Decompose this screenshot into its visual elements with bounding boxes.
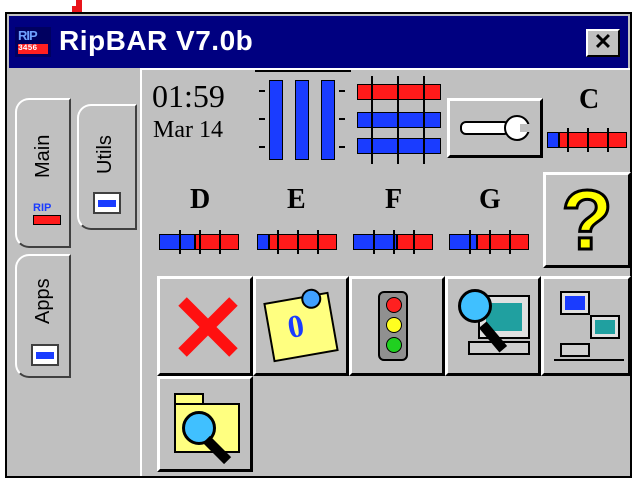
folder-search-icon xyxy=(168,389,246,465)
red-marker-notch xyxy=(72,0,76,6)
window-title: RipBAR V7.0b xyxy=(59,25,254,56)
find-files-button[interactable] xyxy=(157,376,253,472)
clock-time: 01:59 xyxy=(152,78,225,114)
resource-meter xyxy=(357,76,443,166)
tab-apps-label: Apps xyxy=(32,278,54,324)
title-bar[interactable]: RIP 3456 RipBAR V7.0b ✕ xyxy=(9,16,628,68)
drive-e-label: E xyxy=(287,184,306,215)
folder-icon xyxy=(31,344,59,366)
tab-apps[interactable]: Apps xyxy=(15,254,71,378)
clock-date: Mar 14 xyxy=(153,117,223,143)
wrench-icon xyxy=(460,115,532,143)
question-icon: ? xyxy=(560,173,614,267)
sticky-note-icon: 0 xyxy=(263,287,339,363)
help-button[interactable]: ? xyxy=(543,172,631,268)
memory-meter xyxy=(255,70,351,162)
drive-g-label: G xyxy=(479,184,501,215)
rip-icon: RIP xyxy=(33,202,61,228)
drive-c-meter[interactable] xyxy=(547,128,627,152)
notes-button[interactable]: 0 xyxy=(253,276,349,376)
settings-wrench-button[interactable] xyxy=(447,98,543,158)
drive-d-meter[interactable] xyxy=(159,230,239,254)
exit-button[interactable] xyxy=(157,276,253,376)
drive-f-meter[interactable] xyxy=(353,230,433,254)
drive-c-label: C xyxy=(579,84,600,115)
folder-icon xyxy=(93,192,121,214)
traffic-light-icon xyxy=(378,291,408,361)
network-computers-icon xyxy=(554,289,624,367)
drive-e-meter[interactable] xyxy=(257,230,337,254)
close-button[interactable]: ✕ xyxy=(586,29,620,57)
traffic-light-button[interactable] xyxy=(349,276,445,376)
magnifier-computer-icon xyxy=(458,289,534,367)
drive-d-label: D xyxy=(190,184,211,215)
tab-main[interactable]: Main RIP xyxy=(15,98,71,248)
network-button[interactable] xyxy=(541,276,631,376)
drive-f-label: F xyxy=(385,184,403,215)
drive-g-meter[interactable] xyxy=(449,230,529,254)
tab-utils[interactable]: Utils xyxy=(77,104,137,230)
ripbar-window: RIP 3456 RipBAR V7.0b ✕ Main RIP Utils A… xyxy=(5,12,632,478)
tab-utils-label: Utils xyxy=(94,135,116,174)
find-computer-button[interactable] xyxy=(445,276,541,376)
app-icon: RIP 3456 xyxy=(15,27,51,57)
tab-main-label: Main xyxy=(32,134,54,178)
red-x-icon xyxy=(174,297,238,357)
